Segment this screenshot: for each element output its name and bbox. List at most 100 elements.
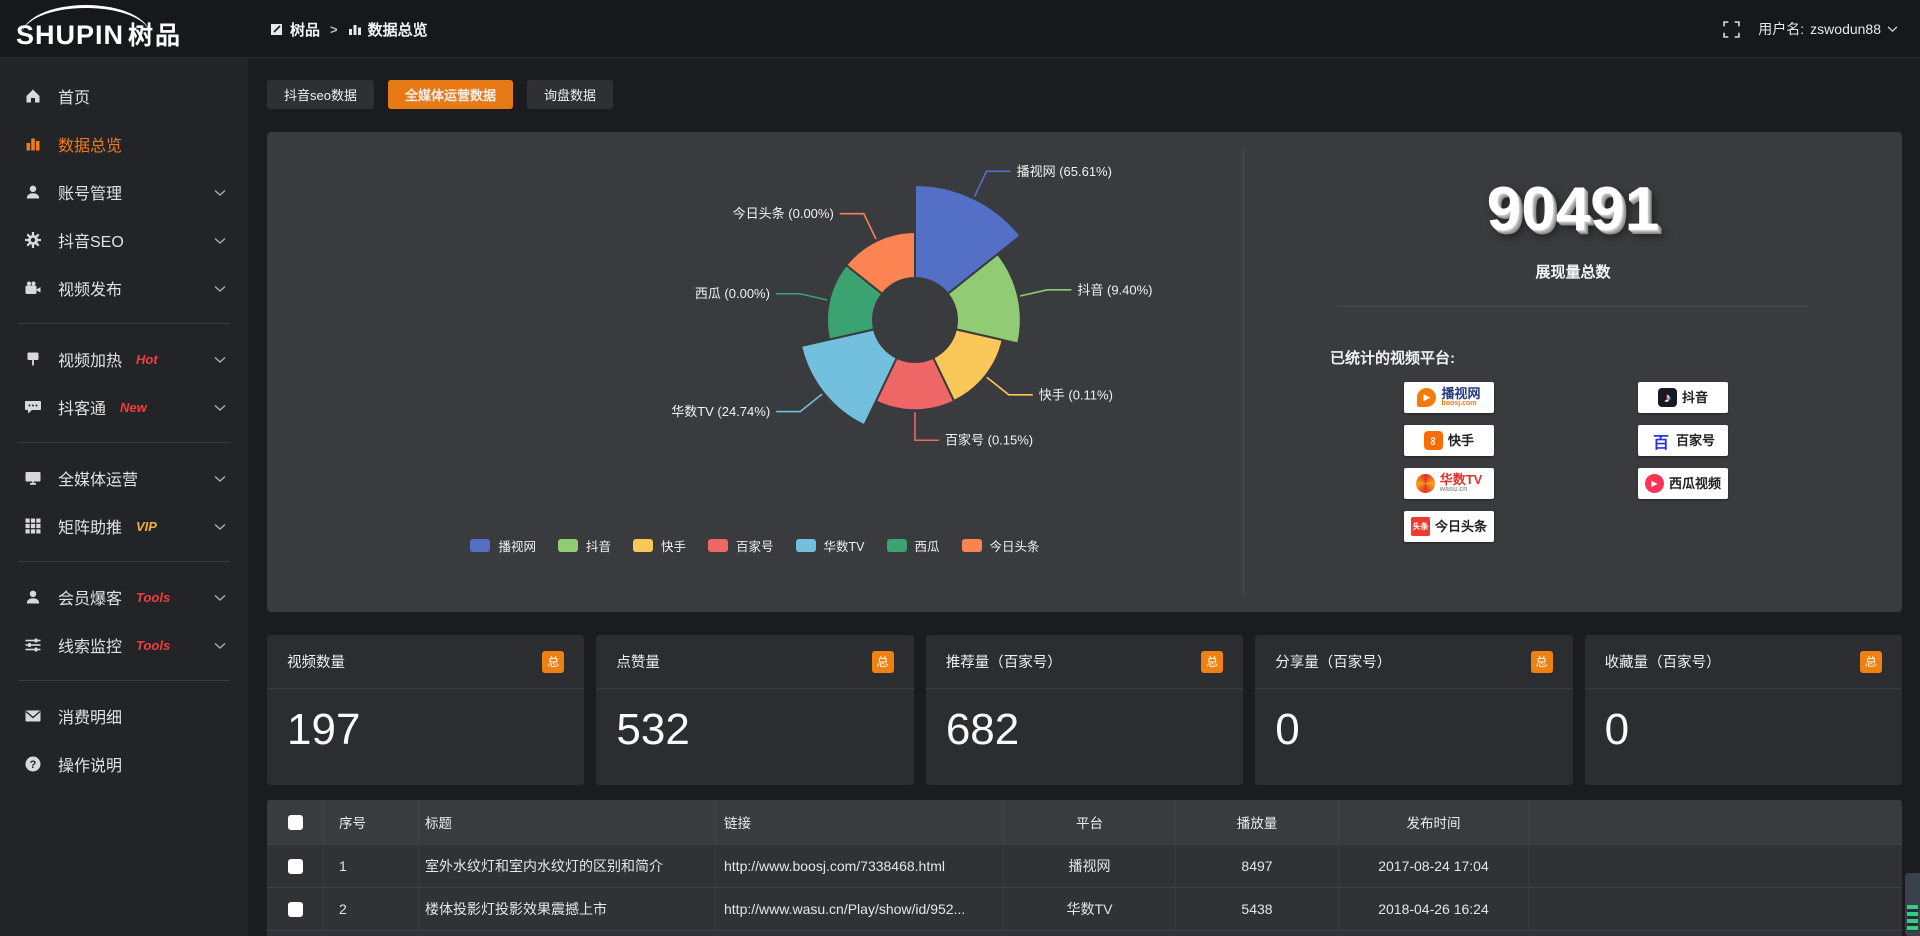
video-url-link[interactable]: http://www.wasu.cn/Play/show/id/952... (716, 888, 1004, 930)
stat-card-likes: 点赞量总 532 (596, 635, 913, 785)
row-plays: 8497 (1176, 845, 1339, 887)
videos-table: 序号 标题 链接 平台 播放量 发布时间 1 室外水纹灯和室内水纹灯的区别和简介… (267, 800, 1902, 936)
tools-badge: Tools (136, 590, 170, 605)
total-badge[interactable]: 总 (1860, 651, 1882, 673)
hot-badge: Hot (136, 352, 158, 367)
select-all-checkbox[interactable] (288, 815, 303, 830)
topbar: SHUPIN树品 树品 > 数据总览 用户名: zswodun88 (0, 0, 1920, 58)
sidebar-item-data-overview[interactable]: 数据总览 (0, 120, 248, 168)
col-index: 序号 (324, 800, 419, 844)
legend-label: 今日头条 (990, 536, 1040, 555)
col-publish-time: 发布时间 (1339, 800, 1529, 844)
sidebar-divider (18, 442, 230, 443)
pie-label-今日头条: 今日头条 (0.00%) (733, 206, 834, 221)
sign-board-icon (24, 350, 42, 368)
video-title-link[interactable]: 楼体投影灯投影效果震撼上市 (419, 888, 716, 930)
total-badge[interactable]: 总 (872, 651, 894, 673)
breadcrumb-item-home[interactable]: 树品 (270, 19, 320, 40)
stat-value: 682 (926, 689, 1243, 771)
platform-badge-kuaishou[interactable]: ∞ 快手 (1404, 425, 1494, 456)
tab-inquiry-data[interactable]: 询盘数据 (527, 80, 613, 109)
total-badge[interactable]: 总 (542, 651, 564, 673)
home-icon (24, 87, 42, 105)
chevron-down-icon (214, 404, 226, 412)
fullscreen-icon[interactable] (1723, 21, 1740, 38)
monitor-icon (24, 469, 42, 487)
username-value: zswodun88 (1810, 21, 1881, 37)
total-badge[interactable]: 总 (1201, 651, 1223, 673)
video-title-link[interactable]: 室外水纹灯和室内水纹灯的区别和简介 (419, 845, 716, 887)
sidebar-item-lead-monitoring[interactable]: 线索监控 Tools (0, 621, 248, 669)
tools-badge: Tools (136, 638, 170, 653)
platform-badge-xigua[interactable]: ▶ 西瓜视频 (1638, 468, 1728, 499)
user-menu[interactable]: 用户名: zswodun88 (1758, 19, 1898, 39)
douyin-logo-icon: ♪ (1658, 388, 1677, 407)
platform-badge-douyin[interactable]: ♪ 抖音 (1638, 382, 1728, 413)
legend-label: 华数TV (824, 536, 865, 555)
sidebar-item-douyin-seo[interactable]: 抖音SEO (0, 216, 248, 264)
row-platform: 播视网 (1004, 845, 1176, 887)
legend-label: 播视网 (498, 536, 536, 555)
legend-item-今日头条[interactable]: 今日头条 (962, 536, 1040, 555)
chevron-down-icon (214, 475, 226, 483)
chevron-down-icon (214, 356, 226, 364)
app-logo[interactable]: SHUPIN树品 (16, 8, 236, 52)
legend-label: 抖音 (586, 536, 611, 555)
row-platform: 华数TV (1004, 888, 1176, 930)
row-plays: 5438 (1176, 888, 1339, 930)
breadcrumb-item-current[interactable]: 数据总览 (348, 19, 428, 40)
row-checkbox[interactable] (288, 902, 303, 917)
sidebar-divider (18, 323, 230, 324)
legend-item-西瓜[interactable]: 西瓜 (887, 536, 940, 555)
platform-badge-wasu[interactable]: 华数TVwasu.cn (1404, 468, 1494, 499)
legend-item-华数TV[interactable]: 华数TV (796, 536, 865, 555)
pie-label-line (776, 294, 827, 300)
chevron-down-icon (214, 237, 226, 245)
legend-label: 快手 (661, 536, 686, 555)
sidebar-item-matrix-boost[interactable]: 矩阵助推 VIP (0, 502, 248, 550)
legend-item-快手[interactable]: 快手 (633, 536, 686, 555)
boosj-domain: boosj.com (1441, 400, 1480, 408)
sidebar-item-video-heating[interactable]: 视频加热 Hot (0, 335, 248, 383)
rose-pie-chart: 播视网 (65.61%)抖音 (9.40%)快手 (0.11%)百家号 (0.1… (267, 132, 1243, 562)
total-badge[interactable]: 总 (1531, 651, 1553, 673)
stat-value: 532 (596, 689, 913, 771)
sidebar-item-account-management[interactable]: 账号管理 (0, 168, 248, 216)
sidebar-item-doketong[interactable]: 抖客通 New (0, 383, 248, 431)
legend-item-抖音[interactable]: 抖音 (558, 536, 611, 555)
baijiahao-logo-icon: 百 (1651, 431, 1671, 451)
row-index: 2 (324, 888, 419, 930)
row-checkbox[interactable] (288, 859, 303, 874)
col-title: 标题 (419, 800, 716, 844)
tab-omnimedia-operation-data[interactable]: 全媒体运营数据 (388, 80, 513, 109)
pie-label-line (974, 171, 1010, 196)
sidebar-item-consumption-details[interactable]: 消费明细 (0, 692, 248, 740)
sidebar-item-member-baoke[interactable]: 会员爆客 Tools (0, 573, 248, 621)
impressions-total-label: 展现量总数 (1244, 261, 1902, 282)
sidebar-item-instructions[interactable]: ? 操作说明 (0, 740, 248, 788)
kuaishou-logo-icon: ∞ (1424, 431, 1443, 450)
chat-bubble-icon (24, 398, 42, 416)
tab-douyin-seo-data[interactable]: 抖音seo数据 (267, 80, 374, 109)
pie-label-快手: 快手 (0.11%) (1039, 387, 1113, 402)
platform-badge-baijiahao[interactable]: 百 百家号 (1638, 425, 1728, 456)
stat-card-favorites: 收藏量（百家号）总 0 (1585, 635, 1902, 785)
sidebar-item-video-publish[interactable]: 视频发布 (0, 264, 248, 312)
floating-widget-bars (1907, 905, 1918, 931)
platform-badge-boosj[interactable]: ▶ 播视网boosj.com (1404, 382, 1494, 413)
platform-badge-toutiao[interactable]: 头条 今日头条 (1404, 511, 1494, 542)
video-url-link[interactable]: http://www.boosj.com/7338468.html (716, 845, 1004, 887)
sidebar-item-home[interactable]: 首页 (0, 72, 248, 120)
legend-swatch (887, 539, 907, 552)
impressions-total-value: 90491 (1244, 174, 1902, 245)
table-row: 2 楼体投影灯投影效果震撼上市 http://www.wasu.cn/Play/… (267, 887, 1902, 930)
sidebar-item-omnimedia-operation[interactable]: 全媒体运营 (0, 454, 248, 502)
legend-item-播视网[interactable]: 播视网 (470, 536, 536, 555)
col-plays: 播放量 (1176, 800, 1339, 844)
impressions-summary: 90491 展现量总数 已统计的视频平台: ▶ 播视网boosj.com ∞ 快… (1244, 132, 1902, 612)
legend-item-百家号[interactable]: 百家号 (708, 536, 774, 555)
floating-widget[interactable] (1905, 873, 1920, 936)
pie-label-百家号: 百家号 (0.15%) (945, 433, 1033, 448)
chevron-down-icon (214, 642, 226, 650)
pie-slice-华数TV[interactable] (801, 329, 897, 425)
